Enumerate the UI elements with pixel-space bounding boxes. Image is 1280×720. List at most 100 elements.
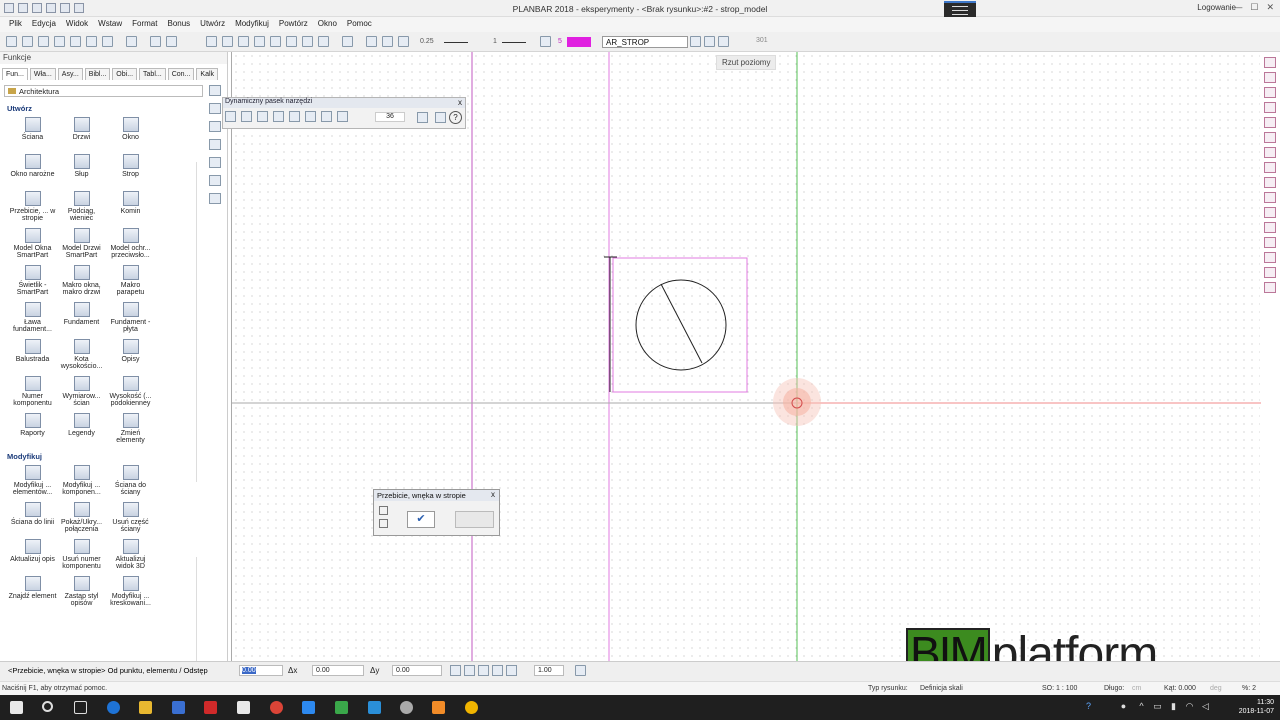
tool-wall-to-wall[interactable]: Ściana do ściany: [106, 465, 155, 502]
tool-component-number[interactable]: Numer komponentu: [8, 376, 57, 413]
toolbar-copy-icon[interactable]: [86, 36, 97, 47]
tool-elevation[interactable]: Kota wysokościo...: [57, 339, 106, 376]
slab-opening-outline[interactable]: [612, 257, 748, 393]
chevron-up-icon[interactable]: ^: [1136, 701, 1147, 712]
maximize-button[interactable]: ☐: [1250, 2, 1258, 13]
opening-circle[interactable]: [635, 279, 727, 371]
snap-edit-icon[interactable]: [492, 665, 503, 676]
tool-door[interactable]: Drzwi: [57, 117, 106, 154]
toolbar-layers-icon[interactable]: [238, 36, 249, 47]
tool-door-smartpart[interactable]: Model Drzwi SmartPart: [57, 228, 106, 265]
tool-legends[interactable]: Legendy: [57, 413, 106, 450]
menu-format[interactable]: Format: [127, 17, 162, 32]
chrome-icon[interactable]: [270, 701, 283, 714]
category-select[interactable]: Architektura: [4, 85, 203, 97]
rtool-5-icon[interactable]: [1264, 117, 1276, 128]
toolbar-grid-icon[interactable]: [222, 36, 233, 47]
battery-icon[interactable]: ▮: [1168, 701, 1179, 712]
tool-modify-elements[interactable]: Modyfikuj ... elementów...: [8, 465, 57, 502]
app4-icon[interactable]: [465, 701, 478, 714]
menu-edycja[interactable]: Edycja: [27, 17, 61, 32]
tool-update-label[interactable]: Aktualizuj opis: [8, 539, 57, 576]
vtool-1-icon[interactable]: [209, 85, 221, 96]
tool-footing[interactable]: Fundament: [57, 302, 106, 339]
dyn-line2-icon[interactable]: [257, 111, 268, 122]
toolbar-redo-icon[interactable]: [166, 36, 177, 47]
vtool-2-icon[interactable]: [209, 103, 221, 114]
color-swatch[interactable]: [567, 37, 591, 47]
dyn-back-icon[interactable]: [435, 112, 446, 123]
tool-remove-number[interactable]: Usuń numer komponentu: [57, 539, 106, 576]
rtool-9-icon[interactable]: [1264, 177, 1276, 188]
tool-sun-protection[interactable]: Model ochr... przeciwsło...: [106, 228, 155, 265]
layer-select[interactable]: AR_STROP: [602, 36, 688, 48]
vtool-5-icon[interactable]: [209, 157, 221, 168]
rtool-14-icon[interactable]: [1264, 252, 1276, 263]
tab-assistants[interactable]: Asy...: [57, 68, 83, 80]
toolbar-new-icon[interactable]: [6, 36, 17, 47]
tool-labels[interactable]: Opisy: [106, 339, 155, 376]
tool-modify-components[interactable]: Modyfikuj ... komponen...: [57, 465, 106, 502]
dialog-close-icon[interactable]: x: [491, 490, 495, 499]
scale-input[interactable]: 1.00: [534, 665, 564, 676]
tool-window-macro[interactable]: Makro okna, makro drzwi: [57, 265, 106, 302]
tool-slab[interactable]: Strop: [106, 154, 155, 191]
toolbar-view1-icon[interactable]: [270, 36, 281, 47]
toolbar-view2-icon[interactable]: [286, 36, 297, 47]
tab-functions[interactable]: Fun...: [2, 68, 28, 80]
menu-okno[interactable]: Okno: [313, 17, 342, 32]
planbar-icon[interactable]: [432, 701, 445, 714]
layer-lock-icon[interactable]: [718, 36, 729, 47]
tool-remove-wall-part[interactable]: Usuń część ściany: [106, 502, 155, 539]
vtool-4-icon[interactable]: [209, 139, 221, 150]
menu-powtorz[interactable]: Powtórz: [274, 17, 313, 32]
vtool-7-icon[interactable]: [209, 193, 221, 204]
toolbar-view4-icon[interactable]: [318, 36, 329, 47]
toolbar-color-icon[interactable]: [540, 36, 551, 47]
toolbar-format-icon[interactable]: [366, 36, 377, 47]
drawing-canvas[interactable]: ⊕: [231, 52, 1261, 707]
snap-delta-icon[interactable]: [464, 665, 475, 676]
rtool-8-icon[interactable]: [1264, 162, 1276, 173]
tool-column[interactable]: Słup: [57, 154, 106, 191]
search-icon[interactable]: [42, 701, 53, 712]
pen-width-value[interactable]: 0.25: [420, 38, 434, 45]
dynamic-toolbar-close-icon[interactable]: x: [458, 98, 462, 107]
tab-properties[interactable]: Wła...: [29, 68, 56, 80]
app-icon[interactable]: [302, 701, 315, 714]
menu-modyfikuj[interactable]: Modyfikuj: [230, 17, 274, 32]
tool-window[interactable]: Okno: [106, 117, 155, 154]
rtool-7-icon[interactable]: [1264, 147, 1276, 158]
tab-connect[interactable]: Con...: [167, 68, 195, 80]
toolbar-pen-icon[interactable]: [382, 36, 393, 47]
toolbar-open-icon[interactable]: [22, 36, 33, 47]
tool-wall-dimension[interactable]: Wymiarow... ścian: [57, 376, 106, 413]
menu-plik[interactable]: Plik: [4, 17, 27, 32]
rtool-16-icon[interactable]: [1264, 282, 1276, 293]
dyn-rotate-icon[interactable]: [305, 111, 316, 122]
tab-library[interactable]: Bibl...: [84, 68, 111, 80]
tool-show-connections[interactable]: Pokaż/Ukry... połączenia: [57, 502, 106, 539]
tool-window-smartpart[interactable]: Model Okna SmartPart: [8, 228, 57, 265]
toolbar-paste-icon[interactable]: [102, 36, 113, 47]
tool-strip-footing[interactable]: Ława fundament...: [8, 302, 57, 339]
tool-wall-to-line[interactable]: Ściana do linii: [8, 502, 57, 539]
toolbar-cut-icon[interactable]: [70, 36, 81, 47]
tool-railing[interactable]: Balustrada: [8, 339, 57, 376]
rtool-11-icon[interactable]: [1264, 207, 1276, 218]
menu-bonus[interactable]: Bonus: [162, 17, 195, 32]
menu-wstaw[interactable]: Wstaw: [93, 17, 127, 32]
toolbar-print-icon[interactable]: [54, 36, 65, 47]
rtool-6-icon[interactable]: [1264, 132, 1276, 143]
help-tray-icon[interactable]: ?: [1083, 701, 1094, 712]
toolbar-measure-icon[interactable]: [206, 36, 217, 47]
network-icon[interactable]: ▭: [1152, 701, 1163, 712]
tool-sill-macro[interactable]: Makro parapetu: [106, 265, 155, 302]
tab-objects[interactable]: Obi...: [112, 68, 138, 80]
snap-grid-icon[interactable]: [506, 665, 517, 676]
dyn-check-icon[interactable]: [225, 111, 236, 122]
dyn-arc-icon[interactable]: [337, 111, 348, 122]
line-type-value[interactable]: 1: [493, 38, 497, 45]
vtool-3-icon[interactable]: [209, 121, 221, 132]
tool-replace-style[interactable]: Zastąp styl opisów: [57, 576, 106, 613]
